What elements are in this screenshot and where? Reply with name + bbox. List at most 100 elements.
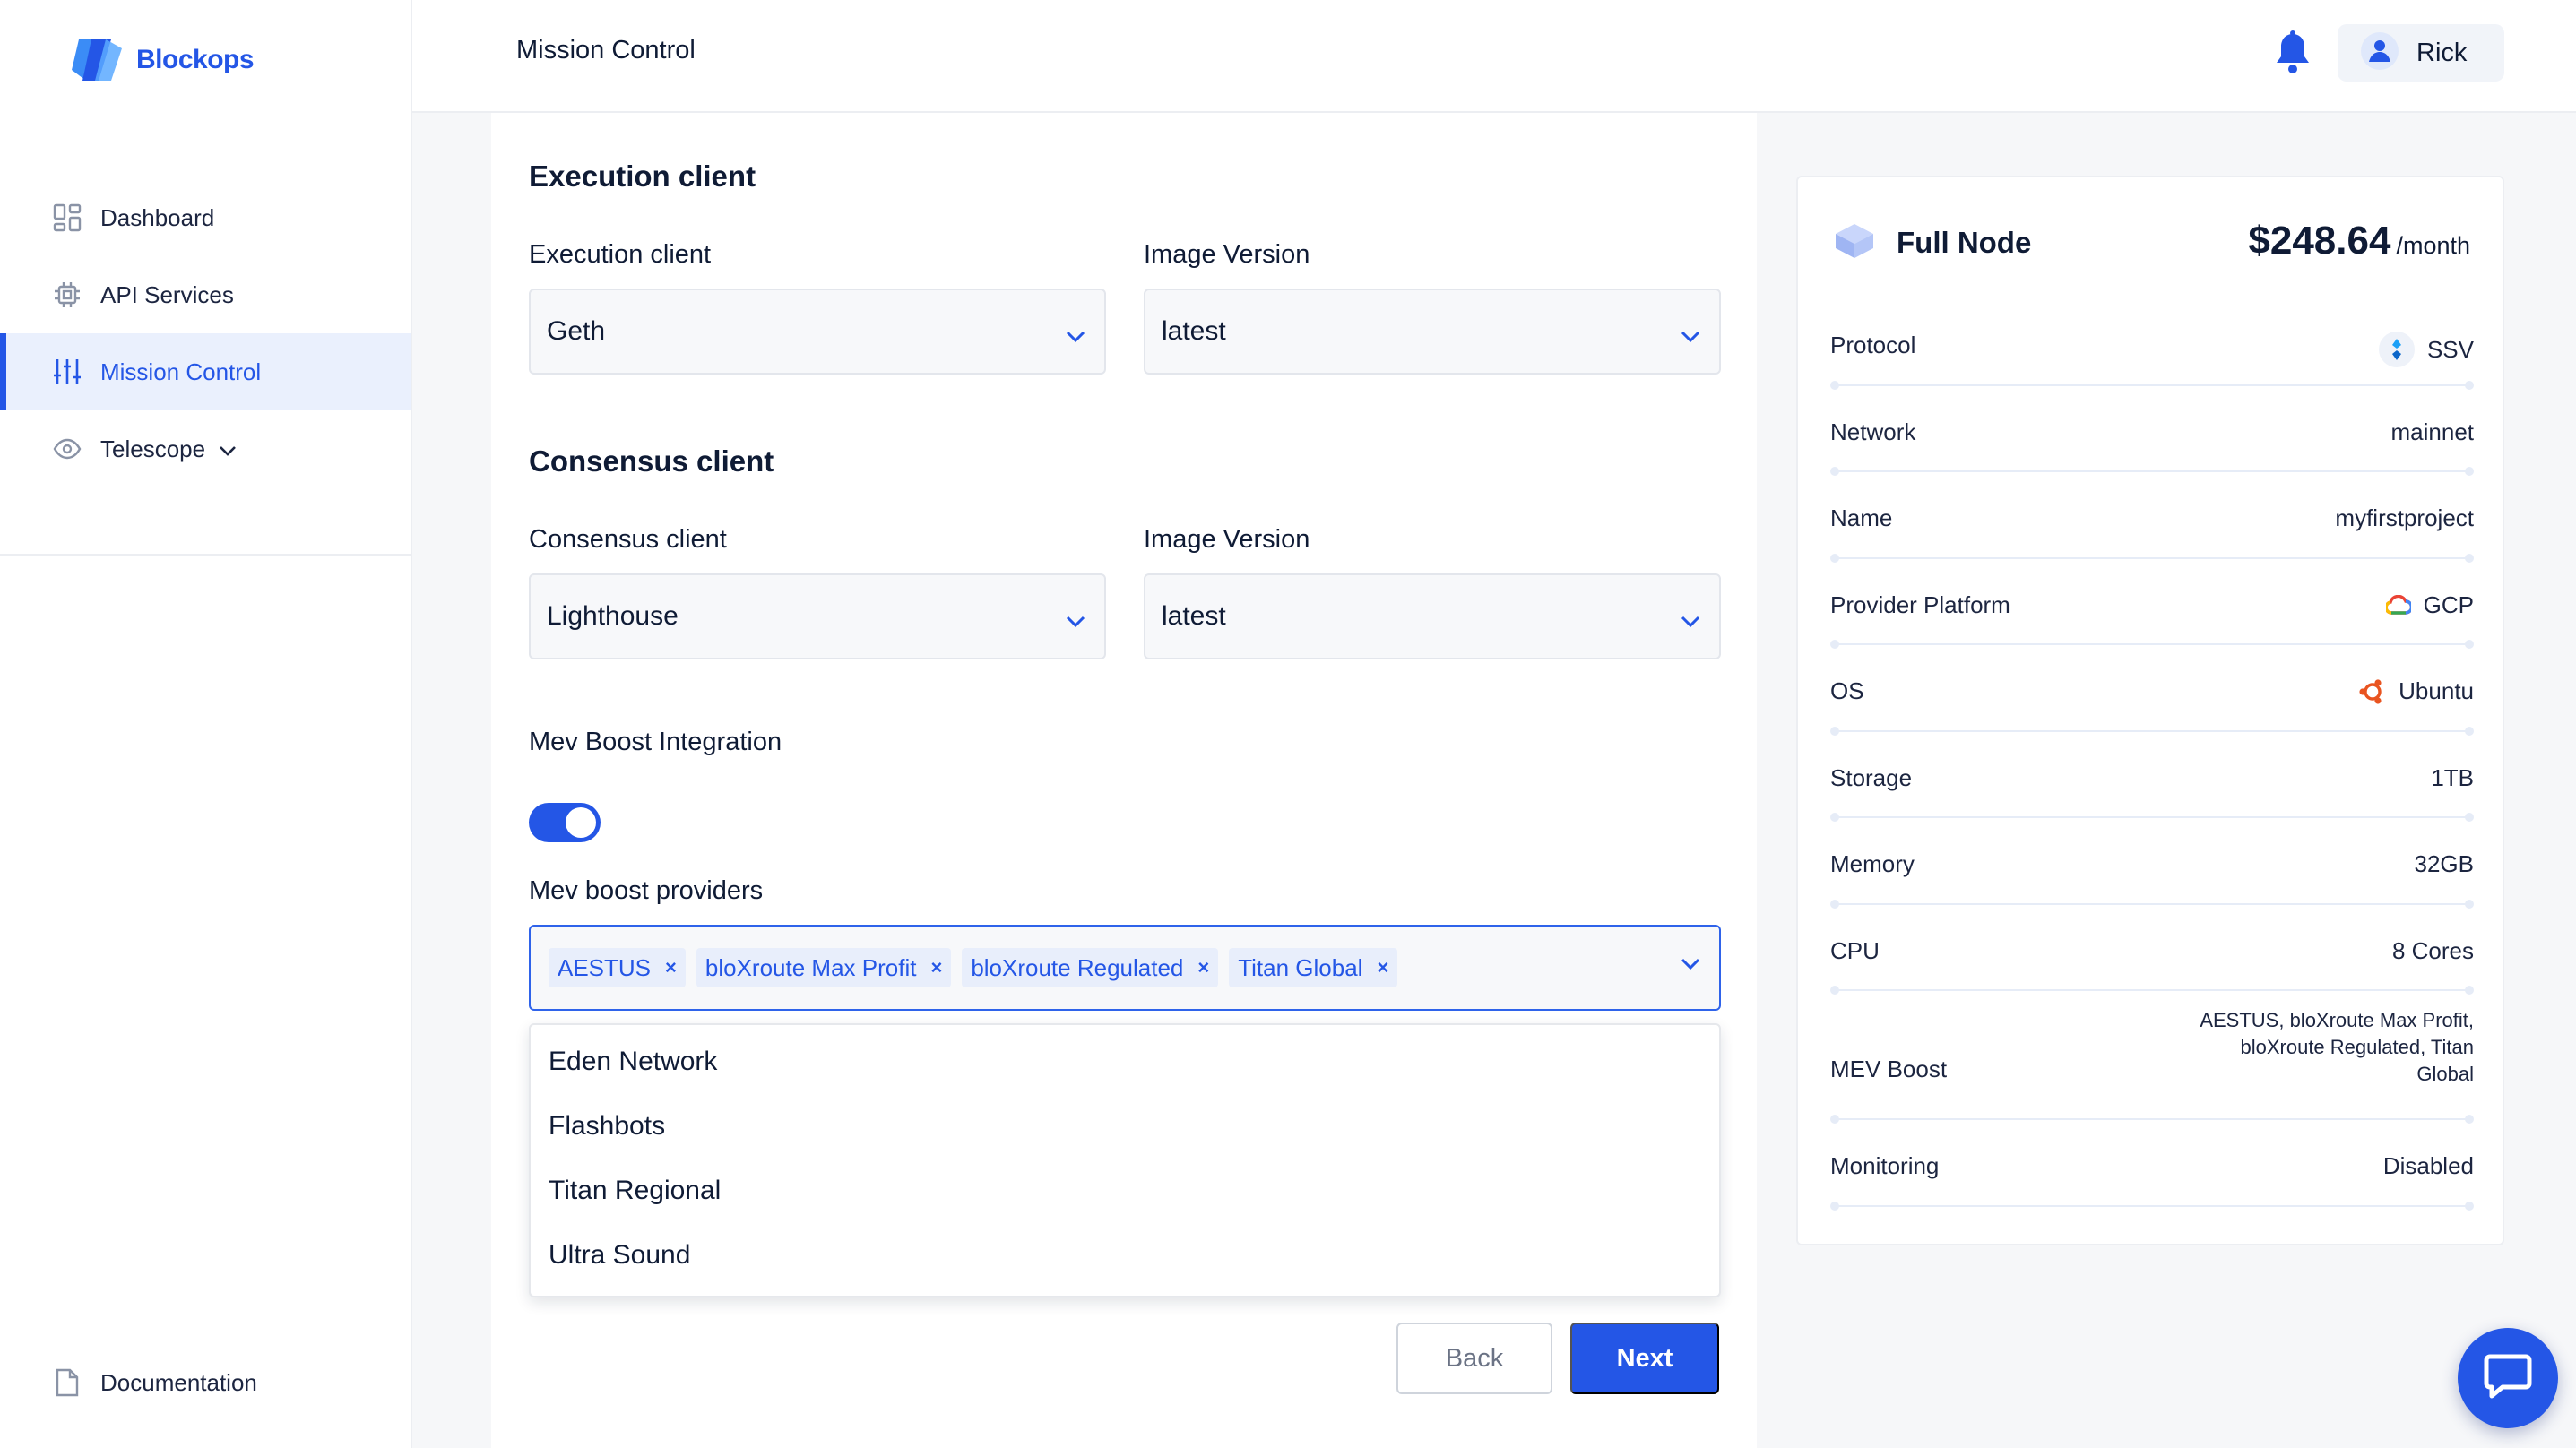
sidebar-item-label: Telescope — [100, 435, 206, 462]
summary-value: Ubuntu — [2359, 677, 2474, 705]
blockops-logo-icon — [72, 36, 124, 84]
provider-tag-label: bloXroute Max Profit — [705, 953, 917, 981]
summary-row-os: OS Ubuntu — [1830, 661, 2474, 748]
chevron-down-icon — [1065, 321, 1086, 351]
row-divider — [1830, 899, 2474, 909]
mev-providers-multiselect[interactable]: AESTUS × bloXroute Max Profit × bloXrout… — [529, 925, 1721, 1011]
summary-row-provider-platform: Provider Platform GCP — [1830, 575, 2474, 662]
eye-icon — [52, 434, 82, 464]
documentation-label: Documentation — [100, 1368, 257, 1396]
brand-logo[interactable]: Blockops — [72, 36, 255, 84]
provider-tag: AESTUS × — [549, 948, 686, 987]
page-title: Mission Control — [516, 36, 696, 65]
chevron-down-icon[interactable] — [1680, 957, 1701, 976]
sidebar: Blockops Dashboard API Services Mission … — [0, 0, 412, 1448]
summary-value: 1TB — [2431, 763, 2474, 791]
mev-integration-label: Mev Boost Integration — [529, 728, 782, 756]
sidebar-item-dashboard[interactable]: Dashboard — [0, 179, 411, 256]
summary-value-text: SSV — [2426, 335, 2474, 363]
sidebar-item-label: Dashboard — [100, 203, 215, 231]
row-divider — [1830, 380, 2474, 390]
execution-version-select[interactable]: latest — [1144, 289, 1721, 375]
user-menu[interactable]: Rick — [2338, 24, 2504, 82]
remove-tag-icon[interactable]: × — [1197, 956, 1209, 979]
row-divider — [1830, 726, 2474, 736]
execution-client-select[interactable]: Geth — [529, 289, 1106, 375]
sidebar-divider — [0, 554, 411, 556]
summary-row-protocol: Protocol SSV — [1830, 315, 2474, 402]
summary-row-cpu: CPU 8 Cores — [1830, 921, 2474, 1008]
provider-tag: bloXroute Max Profit × — [696, 948, 952, 987]
cube-icon — [1834, 222, 1875, 260]
chevron-down-icon — [1680, 321, 1701, 351]
sidebar-item-documentation[interactable]: Documentation — [52, 1367, 257, 1398]
summary-value: 32GB — [2414, 850, 2475, 877]
provider-tag-label: AESTUS — [558, 953, 652, 981]
remove-tag-icon[interactable]: × — [1377, 956, 1388, 979]
summary-key: OS — [1830, 677, 1864, 704]
summary-value: SSV — [2378, 332, 2474, 367]
top-header: Mission Control Rick — [412, 0, 2576, 113]
row-divider — [1830, 1115, 2474, 1124]
dropdown-option[interactable]: Ultra Sound — [549, 1240, 690, 1271]
provider-tag: Titan Global × — [1229, 948, 1398, 987]
ubuntu-icon — [2359, 678, 2386, 705]
mev-providers-dropdown: Eden Network Flashbots Titan Regional Ul… — [529, 1023, 1721, 1297]
consensus-version-select[interactable]: latest — [1144, 573, 1721, 659]
sidebar-item-mission-control[interactable]: Mission Control — [0, 333, 411, 410]
chip-icon — [52, 280, 82, 310]
execution-section-title: Execution client — [529, 159, 756, 193]
summary-row-name: Name myfirstproject — [1830, 488, 2474, 575]
summary-value: 8 Cores — [2391, 936, 2474, 964]
summary-value: myfirstproject — [2335, 504, 2474, 531]
chevron-down-icon[interactable] — [218, 435, 238, 463]
sidebar-nav: Dashboard API Services Mission Control T… — [0, 179, 411, 487]
row-divider — [1830, 467, 2474, 476]
dropdown-option[interactable]: Eden Network — [549, 1047, 717, 1077]
summary-value: GCP — [2385, 591, 2474, 619]
summary-key: Provider Platform — [1830, 590, 2010, 618]
summary-key: Monitoring — [1830, 1152, 1940, 1179]
summary-rows: Protocol SSV Network mainnet Name myfirs… — [1830, 315, 2474, 1223]
sidebar-item-api-services[interactable]: API Services — [0, 256, 411, 333]
document-icon — [52, 1367, 82, 1398]
row-divider — [1830, 640, 2474, 649]
node-summary-panel: Full Node $248.64 /month Protocol SSV Ne… — [1796, 176, 2504, 1245]
execution-version-value: latest — [1162, 316, 1226, 346]
summary-value-text: Ubuntu — [2399, 677, 2474, 704]
mev-providers-label: Mev boost providers — [529, 876, 764, 905]
back-button[interactable]: Back — [1396, 1323, 1552, 1394]
price: $248.64 /month — [2248, 219, 2470, 263]
dropdown-option[interactable]: Flashbots — [549, 1111, 665, 1142]
gcp-icon — [2385, 595, 2411, 615]
ssv-icon — [2378, 332, 2415, 367]
summary-row-mev-boost: MEV Boost AESTUS, bloXroute Max Profit, … — [1830, 1007, 2474, 1136]
summary-key: CPU — [1830, 936, 1880, 964]
dropdown-option[interactable]: Titan Regional — [549, 1176, 721, 1206]
row-divider — [1830, 813, 2474, 822]
next-button[interactable]: Next — [1570, 1323, 1719, 1394]
summary-key: Storage — [1830, 763, 1913, 791]
provider-tag-label: Titan Global — [1238, 953, 1363, 981]
consensus-section-title: Consensus client — [529, 444, 774, 478]
mev-boost-toggle[interactable] — [529, 803, 601, 842]
summary-row-monitoring: Monitoring Disabled — [1830, 1136, 2474, 1223]
row-divider — [1830, 553, 2474, 563]
consensus-version-label: Image Version — [1144, 525, 1310, 554]
price-period: /month — [2396, 232, 2470, 259]
consensus-client-select[interactable]: Lighthouse — [529, 573, 1106, 659]
chat-bubble-icon — [2483, 1353, 2533, 1404]
chat-support-button[interactable] — [2458, 1328, 2558, 1428]
execution-version-label: Image Version — [1144, 240, 1310, 269]
summary-row-storage: Storage 1TB — [1830, 748, 2474, 835]
node-config-form: Execution client Execution client Geth I… — [491, 113, 1757, 1448]
user-name: Rick — [2416, 38, 2468, 67]
price-amount: $248.64 — [2248, 219, 2391, 263]
sidebar-item-label: API Services — [100, 280, 234, 308]
sidebar-item-telescope[interactable]: Telescope — [0, 410, 411, 487]
bell-icon[interactable] — [2273, 30, 2312, 75]
remove-tag-icon[interactable]: × — [665, 956, 677, 979]
remove-tag-icon[interactable]: × — [930, 956, 942, 979]
execution-client-value: Geth — [547, 316, 606, 346]
chevron-down-icon — [1680, 606, 1701, 636]
